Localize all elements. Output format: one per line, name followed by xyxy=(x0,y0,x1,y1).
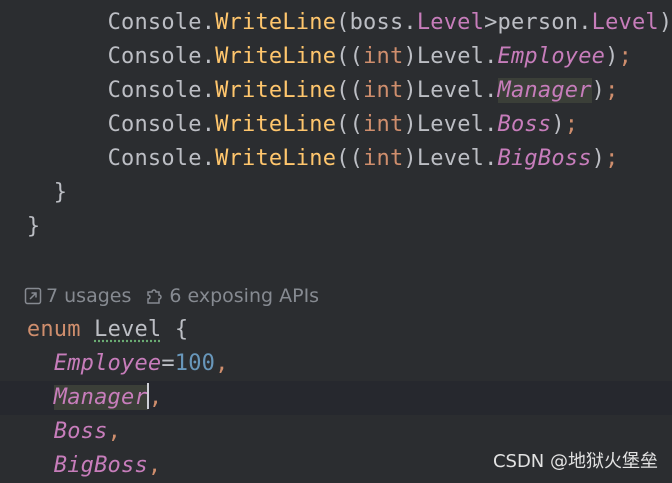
class-token: Console xyxy=(107,44,202,69)
semicolon-token: ; xyxy=(605,146,619,171)
punct-token: . xyxy=(201,112,216,137)
punct-token: ) xyxy=(551,112,565,137)
punct-token: ) xyxy=(591,78,606,103)
punct-token: ) xyxy=(403,112,417,137)
enum-member-token-highlighted: Manager xyxy=(497,78,592,103)
identifier-token: boss xyxy=(349,10,404,35)
punct-token: ) xyxy=(605,44,619,69)
usages-label: 7 usages xyxy=(46,285,132,307)
exposing-apis-hint[interactable]: 6 exposing APIs xyxy=(145,285,319,307)
operator-token: = xyxy=(161,351,175,376)
punct-token: ( xyxy=(349,112,364,137)
class-token: Console xyxy=(107,146,202,171)
punct-token: . xyxy=(484,78,498,103)
exposing-apis-label: 6 exposing APIs xyxy=(169,285,320,307)
punct-token: ( xyxy=(349,146,364,171)
type-token: Level xyxy=(416,78,485,103)
punct-token: . xyxy=(403,10,417,35)
punct-token: ( xyxy=(349,44,364,69)
punct-token: ) xyxy=(591,146,606,171)
method-token: WriteLine xyxy=(215,10,337,35)
punct-token: . xyxy=(484,44,498,69)
keyword-token: int xyxy=(363,146,404,171)
punct-token: ( xyxy=(336,146,350,171)
punct-token: . xyxy=(484,112,498,137)
code-line[interactable]: Console.WriteLine((int)Level.Employee); xyxy=(0,40,672,74)
enum-member-token: Boss xyxy=(53,419,108,444)
class-token: Console xyxy=(107,78,202,103)
punct-token: ( xyxy=(336,44,350,69)
usages-hint[interactable]: 7 usages xyxy=(24,285,131,307)
comma-token: , xyxy=(147,453,162,478)
operator-token: > xyxy=(484,10,498,35)
punct-token: ) xyxy=(658,10,672,35)
field-token: Level xyxy=(591,10,659,35)
method-token: WriteLine xyxy=(215,112,337,137)
code-line[interactable]: Boss, xyxy=(0,415,672,449)
punct-token: . xyxy=(201,10,216,35)
enum-member-token: Boss xyxy=(497,112,552,137)
comma-token: , xyxy=(148,385,163,410)
code-line-current[interactable]: Manager, xyxy=(0,381,672,415)
punct-token: ) xyxy=(403,44,417,69)
code-line[interactable]: Console.WriteLine((int)Level.BigBoss); xyxy=(0,142,672,176)
type-token: Level xyxy=(416,112,485,137)
punct-token: . xyxy=(201,146,216,171)
method-token: WriteLine xyxy=(215,44,337,69)
code-line[interactable]: } xyxy=(0,176,672,210)
brace-token: { xyxy=(174,317,189,342)
code-line[interactable]: Console.WriteLine(boss.Level>person.Leve… xyxy=(0,6,672,40)
code-line[interactable]: Console.WriteLine((int)Level.Boss); xyxy=(0,108,672,142)
code-editor[interactable]: Console.WriteLine(boss.Level>person.Leve… xyxy=(0,0,672,481)
enum-member-token: Employee xyxy=(497,44,606,69)
class-token: Console xyxy=(107,10,202,35)
comma-token: , xyxy=(107,419,122,444)
semicolon-token: ; xyxy=(618,44,633,69)
class-token: Console xyxy=(107,112,202,137)
code-line[interactable]: enum Level { xyxy=(0,313,672,347)
enum-member-token: BigBoss xyxy=(53,453,148,478)
code-line[interactable]: Employee=100, xyxy=(0,347,672,381)
enum-member-token: BigBoss xyxy=(497,146,592,171)
field-token: Level xyxy=(416,10,485,35)
identifier-token: person xyxy=(497,10,579,35)
comma-token: , xyxy=(215,351,229,376)
brace-token: } xyxy=(53,180,68,205)
code-line[interactable]: Console.WriteLine((int)Level.Manager); xyxy=(0,74,672,108)
type-token: Level xyxy=(416,146,485,171)
punct-token: . xyxy=(201,78,216,103)
enum-name-token: Level xyxy=(94,317,162,342)
code-vision-hints: 7 usages 6 exposing APIs xyxy=(24,281,333,311)
method-token: WriteLine xyxy=(215,146,337,171)
enum-member-token: Employee xyxy=(53,351,162,376)
semicolon-token: ; xyxy=(605,78,619,103)
keyword-token: int xyxy=(363,44,404,69)
arrow-up-right-icon xyxy=(24,287,42,305)
puzzle-icon xyxy=(147,289,163,304)
keyword-token: int xyxy=(363,78,404,103)
punct-token: ( xyxy=(336,78,350,103)
punct-token: ( xyxy=(336,10,350,35)
punct-token: . xyxy=(484,146,498,171)
method-token: WriteLine xyxy=(215,78,337,103)
number-token: 100 xyxy=(174,351,216,376)
punct-token: . xyxy=(578,10,592,35)
keyword-token: enum xyxy=(26,317,81,342)
punct-token: ) xyxy=(403,146,417,171)
punct-token: ( xyxy=(336,112,350,137)
punct-token: ) xyxy=(403,78,417,103)
type-token: Level xyxy=(416,44,485,69)
enum-member-token-highlighted: Manager xyxy=(53,385,148,410)
semicolon-token: ; xyxy=(564,112,579,137)
punct-token: . xyxy=(201,44,216,69)
punct-token: ( xyxy=(349,78,364,103)
brace-token: } xyxy=(26,214,41,239)
watermark: CSDN @地狱火堡垒 xyxy=(492,451,658,472)
code-line[interactable]: } xyxy=(0,210,672,244)
keyword-token: int xyxy=(363,112,404,137)
